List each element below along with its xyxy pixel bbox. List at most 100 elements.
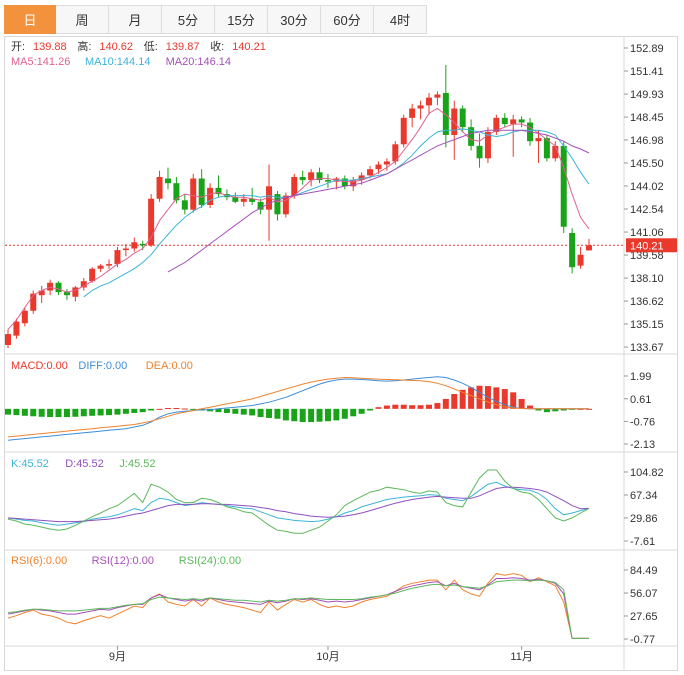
candle [442, 92, 449, 135]
k-line [7, 481, 590, 526]
macd-bar [181, 408, 188, 410]
candle [324, 180, 331, 182]
macd-bar [358, 408, 365, 414]
candle [122, 248, 129, 251]
kdj-y-tick-label: 29.86 [630, 513, 658, 525]
macd-bar [324, 408, 331, 422]
candle [240, 198, 247, 202]
ohlc-label-0: 开: [11, 41, 25, 53]
candle [114, 250, 121, 265]
candle [560, 145, 567, 227]
ma5-line [7, 107, 590, 330]
candle [476, 145, 483, 159]
ohlc-label-1: 高: [77, 39, 91, 53]
kdj-y-tick-label: -7.61 [630, 536, 655, 548]
candle [47, 282, 54, 291]
macd-bar [299, 408, 306, 423]
macd-bar [47, 408, 54, 418]
kdj-y-tick-label: 104.82 [630, 467, 664, 479]
macd-bar [316, 408, 323, 422]
candle [190, 178, 197, 210]
macd-bar [30, 408, 37, 417]
price-y-tick-label: 141.06 [630, 227, 664, 239]
kdj-y-tick-label: 67.34 [630, 490, 658, 502]
x-tick-label: 11月 [510, 651, 532, 663]
price-y-tick-label: 136.62 [630, 296, 664, 308]
macd-bar [518, 398, 525, 409]
macd-bar [400, 404, 407, 409]
candle [13, 321, 20, 336]
kdj-legend-1: D:45.52 [65, 458, 104, 470]
macd-y-tick-label: 0.61 [630, 394, 651, 406]
d-line [7, 486, 590, 523]
macd-bar [468, 387, 475, 409]
candle [375, 164, 382, 170]
ohlc-value-0: 139.88 [33, 41, 67, 53]
macd-bar [341, 408, 348, 419]
macd-legend-1: DIFF:0.00 [78, 360, 127, 372]
candle [383, 161, 390, 165]
price-y-tick-label: 148.45 [630, 112, 664, 124]
macd-bar [308, 408, 315, 423]
candle [291, 176, 298, 196]
candle [400, 117, 407, 145]
macd-bar [38, 408, 45, 417]
ma20-line [167, 129, 590, 273]
candle [308, 172, 315, 181]
macd-y-tick-label: -0.76 [630, 416, 655, 428]
macd-bar [375, 407, 382, 409]
last-price-label: 140.21 [630, 240, 664, 252]
macd-bar [13, 408, 20, 416]
kdj-legend-2: J:45.52 [119, 458, 155, 470]
macd-bar [266, 408, 273, 418]
ma-legend-2: MA20:146.14 [166, 56, 231, 68]
ohlc-label-3: 收: [210, 39, 224, 53]
candle [21, 310, 28, 324]
candle [518, 119, 525, 123]
candle [148, 198, 155, 246]
macd-bar [240, 408, 247, 415]
candle [367, 169, 374, 176]
price-y-tick-label: 145.50 [630, 158, 664, 170]
macd-bar [173, 408, 180, 410]
ma-legend-0: MA5:141.26 [11, 56, 70, 68]
candle [5, 334, 11, 345]
ohlc-value-1: 140.62 [99, 41, 133, 53]
macd-bar [223, 408, 230, 413]
macd-bar [249, 408, 256, 416]
macd-bar [434, 403, 441, 409]
candle [434, 94, 441, 98]
macd-y-tick-label: 1.99 [630, 371, 651, 383]
macd-bar [164, 408, 171, 410]
candle [417, 105, 424, 109]
candle [409, 108, 416, 118]
macd-bar [21, 408, 28, 416]
rsi-y-tick-label: 27.65 [630, 611, 658, 623]
price-y-tick-label: 142.54 [630, 204, 664, 216]
candle [535, 138, 542, 142]
macd-bar [55, 408, 62, 418]
candle [459, 108, 466, 128]
candle [106, 264, 113, 266]
macd-bar [426, 404, 432, 409]
macd-bar [114, 408, 121, 415]
macd-bar [350, 408, 357, 417]
macd-bar [442, 398, 449, 409]
macd-bar [291, 408, 298, 422]
price-y-tick-label: 146.98 [630, 135, 664, 147]
candle [156, 176, 163, 199]
macd-legend-2: DEA:0.00 [146, 360, 193, 372]
candle [451, 108, 458, 135]
candle [97, 265, 104, 269]
macd-bar [63, 408, 70, 418]
macd-legend-0: MACD:0.00 [11, 360, 68, 372]
rsi24-line [7, 579, 589, 639]
stock-chart: 152.89 151.41 149.93 148.45 146.98 145.50 144.… [5, 37, 678, 671]
candle [131, 242, 138, 249]
rsi-legend-2: RSI(24):0.00 [179, 555, 241, 567]
rsi-legend-1: RSI(12):0.00 [92, 555, 154, 567]
candle [30, 293, 37, 311]
price-y-tick-label: 138.10 [630, 273, 664, 285]
rsi12-line [7, 577, 589, 639]
candle [299, 176, 306, 181]
